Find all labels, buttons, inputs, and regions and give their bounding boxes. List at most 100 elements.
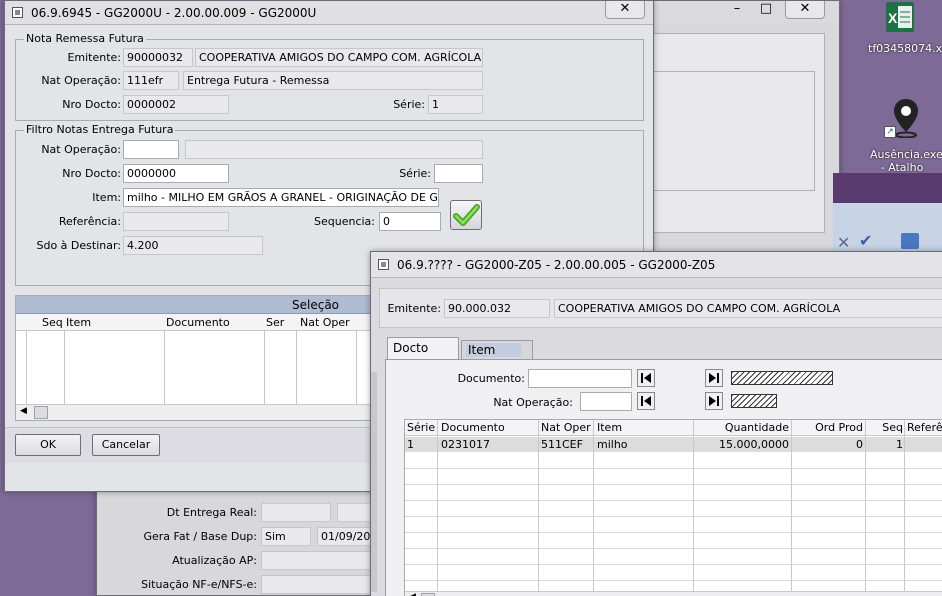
documentos-hscrollbar[interactable]: ◀ (405, 591, 942, 596)
documento-range-end[interactable] (731, 371, 833, 385)
documentos-grid[interactable]: Série Documento Nat Oper Item Quantidade… (404, 419, 942, 596)
emitente-label: Emitente: (67, 51, 121, 64)
col-header-seq[interactable]: Seq (42, 316, 63, 329)
nat-operacao-filter-label: Nat Operação: (493, 396, 573, 409)
nat-operacao-filter-input[interactable] (580, 392, 632, 411)
serie-field: 1 (428, 95, 483, 114)
confirm-filter-button[interactable] (450, 200, 482, 230)
excel-icon: X (886, 2, 914, 32)
filtro-nro-input[interactable]: 0000000 (123, 164, 229, 183)
col-header-item[interactable]: Item (66, 316, 91, 329)
cell-serie: 1 (407, 438, 414, 451)
selecao-notas-grid[interactable]: Seleção Notas Seq Item Documento Ser Nat… (15, 295, 375, 421)
natop-range-end[interactable] (731, 394, 777, 408)
cell-documento: 0231017 (441, 438, 490, 451)
base-dup-field[interactable]: 01/09/2014 (317, 527, 373, 546)
col-header-referencia[interactable]: Referên (907, 421, 942, 434)
maximize-button[interactable]: □ (753, 1, 779, 19)
filtro-nro-label: Nro Docto: (62, 167, 121, 180)
documento-input[interactable] (528, 369, 632, 388)
emitente-code-field: 90000032 (123, 48, 193, 67)
col-header-natoper[interactable]: Nat Oper (300, 316, 350, 329)
documento-last-button[interactable] (705, 369, 723, 387)
tab-item-label: Item (466, 343, 522, 357)
desktop-icon-label: Ausência.exe - Atalho (870, 148, 942, 174)
front-window-title: 06.9.???? - GG2000-Z05 - 2.00.00.005 - G… (397, 258, 716, 272)
location-pin-icon (892, 98, 920, 141)
desktop-icon-excel[interactable]: X tf03458074.xlsx (862, 2, 942, 60)
cell-ordprod: 0 (856, 438, 863, 451)
cell-quantidade: 15.000,0000 (719, 438, 789, 451)
desktop-icon-ausencia[interactable]: ↗ Ausência.exe - Atalho (862, 96, 942, 174)
front-window-titlebar: 06.9.???? - GG2000-Z05 - 2.00.00.005 - G… (371, 252, 942, 278)
natop-last-button[interactable] (705, 392, 723, 410)
desktop-icon-label: tf03458074.xlsx (868, 42, 942, 55)
tab-docto-label: Docto (393, 341, 429, 355)
check-icon[interactable]: ✔ (859, 231, 872, 250)
nro-docto-label: Nro Docto: (62, 98, 121, 111)
shortcut-arrow-icon: ↗ (884, 126, 896, 138)
documento-label: Documento: (457, 372, 525, 385)
col-header-item[interactable]: Item (597, 421, 622, 434)
tab-item[interactable]: Item (461, 340, 533, 360)
sdo-destinar-label: Sdo à Destinar: (36, 239, 121, 252)
close-x-icon[interactable]: ✕ (837, 233, 850, 252)
filtro-seq-label: Sequencia: (314, 215, 375, 228)
col-header-documento[interactable]: Documento (441, 421, 505, 434)
filtro-nat-input[interactable] (123, 140, 179, 159)
filtro-legend: Filtro Notas Entrega Futura (24, 123, 176, 136)
atualizacao-ap-field[interactable] (261, 551, 371, 570)
filtro-seq-input[interactable]: 0 (379, 212, 441, 231)
documentos-header: Série Documento Nat Oper Item Quantidade… (405, 420, 942, 436)
skip-first-icon (641, 373, 651, 383)
back-dark-strip (833, 173, 942, 203)
nat-operacao-code-field: 111efr (123, 71, 179, 90)
documento-first-button[interactable] (637, 369, 655, 387)
nat-operacao-label: Nat Operação: (41, 74, 121, 87)
col-header-seq[interactable]: Seq (867, 421, 903, 434)
serie-label: Série: (393, 98, 425, 111)
filtro-serie-label: Série: (399, 167, 431, 180)
gera-fat-field[interactable]: Sim (261, 527, 311, 546)
scroll-thumb[interactable] (34, 406, 48, 419)
col-header-serie[interactable]: Série (407, 421, 435, 434)
front-emitente-label: Emitente: (387, 302, 441, 315)
front-emitente-code-field: 90.000.032 (444, 299, 550, 318)
col-header-documento[interactable]: Documento (166, 316, 230, 329)
main-close-button[interactable]: ✕ (605, 1, 645, 19)
cell-item: milho (597, 438, 628, 451)
filtro-serie-input[interactable] (434, 164, 483, 183)
ok-button[interactable]: OK (15, 434, 81, 456)
selecao-hscrollbar[interactable]: ◀ (16, 404, 374, 420)
filtro-item-input[interactable]: milho - MILHO EM GRÃOS A GRANEL - ORIGIN… (123, 188, 439, 207)
col-header-ordprod[interactable]: Ord Prod (793, 421, 863, 434)
nat-operacao-desc-field: Entrega Futura - Remessa (183, 71, 483, 90)
skip-last-icon (709, 396, 719, 406)
green-check-icon (453, 204, 480, 226)
printer-icon[interactable] (901, 233, 919, 249)
close-button[interactable]: ✕ (785, 1, 825, 19)
selecao-header: Seq Item Documento Ser Nat Oper (16, 314, 374, 331)
minimize-button[interactable]: – (724, 1, 750, 19)
col-header-quantidade[interactable]: Quantidade (697, 421, 789, 434)
col-header-natoper[interactable]: Nat Oper (541, 421, 591, 434)
dt-entrega-field[interactable] (261, 503, 331, 522)
scroll-left-icon[interactable]: ◀ (409, 592, 416, 596)
situacao-nfe-field[interactable] (261, 575, 371, 594)
col-header-ser[interactable]: Ser (266, 316, 284, 329)
scroll-left-icon[interactable]: ◀ (20, 406, 27, 416)
cell-natoper: 511CEF (541, 438, 583, 451)
skip-last-icon (709, 373, 719, 383)
gera-fat-label: Gera Fat / Base Dup: (143, 530, 257, 543)
situacao-nfe-label: Situação NF-e/NFS-e: (141, 578, 257, 591)
table-row[interactable]: 1 0231017 511CEF milho 15.000,0000 0 1 (405, 437, 942, 452)
tab-docto[interactable]: Docto (387, 337, 459, 359)
left-scrollbar[interactable] (371, 372, 377, 592)
filtro-ref-field[interactable] (123, 212, 229, 231)
natop-first-button[interactable] (637, 392, 655, 410)
filtro-ref-label: Referência: (58, 215, 121, 228)
filtro-nat-label: Nat Operação: (41, 143, 121, 156)
main-window-title: 06.9.6945 - GG2000U - 2.00.00.009 - GG20… (31, 6, 317, 20)
cancel-button[interactable]: Cancelar (92, 434, 160, 456)
emitente-name-field: COOPERATIVA AMIGOS DO CAMPO COM. AGRÍCOL… (195, 48, 483, 67)
